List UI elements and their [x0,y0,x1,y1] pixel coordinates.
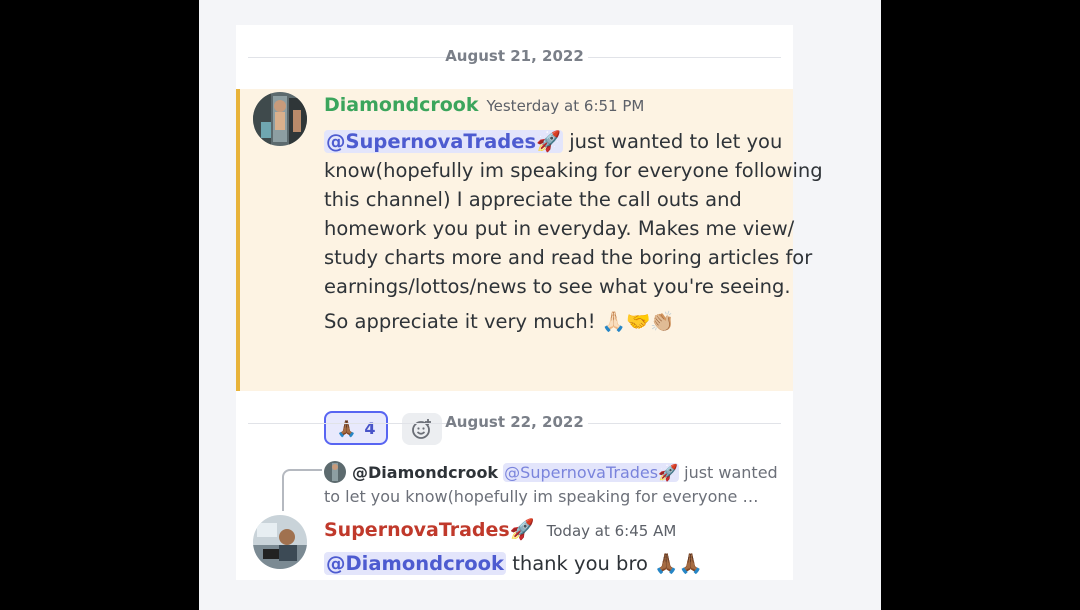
username[interactable]: SupernovaTrades🚀 [324,517,535,541]
divider-date: August 22, 2022 [445,413,584,431]
username[interactable]: Diamondcrook [324,94,478,116]
timestamp: Today at 6:45 AM [546,522,677,540]
message-emojis: 🙏🏾🙏🏾 [654,552,703,575]
user-mention[interactable]: @SupernovaTrades🚀 [324,129,564,153]
reply-author[interactable]: @Diamondcrook [352,463,498,482]
rocket-emoji: 🚀 [536,129,562,153]
message-header: Diamondcrook Yesterday at 6:51 PM [324,94,644,116]
reply-preview[interactable]: @Diamondcrook @SupernovaTrades🚀 just wan… [324,461,784,509]
message-content: @SupernovaTrades🚀 just wanted to let you… [324,129,823,333]
reply-connector [282,469,322,511]
timestamp: Yesterday at 6:51 PM [486,97,645,115]
rocket-emoji: 🚀 [509,517,535,541]
message-highlighted[interactable]: Diamondcrook Yesterday at 6:51 PM @Supern… [236,89,823,445]
message-emojis: 🙏🏻🤝👏🏼 [601,310,675,333]
reply-avatar [324,461,346,483]
message-header: SupernovaTrades🚀 Today at 6:45 AM [324,517,676,541]
message-content: @Diamondcrook thank you bro 🙏🏾🙏🏾 [324,552,703,575]
date-divider: August 21, 2022 [236,46,793,68]
mention-highlight-bar [236,89,240,391]
user-mention[interactable]: @Diamondcrook [324,552,507,575]
chat-panel: August 21, 2022 Diamondcrook Yesterday at… [236,25,823,580]
reply-mention: @SupernovaTrades🚀 [503,463,680,482]
avatar[interactable] [253,92,307,146]
divider-date: August 21, 2022 [445,47,584,65]
avatar[interactable] [253,515,307,569]
date-divider: August 22, 2022 [236,412,793,434]
